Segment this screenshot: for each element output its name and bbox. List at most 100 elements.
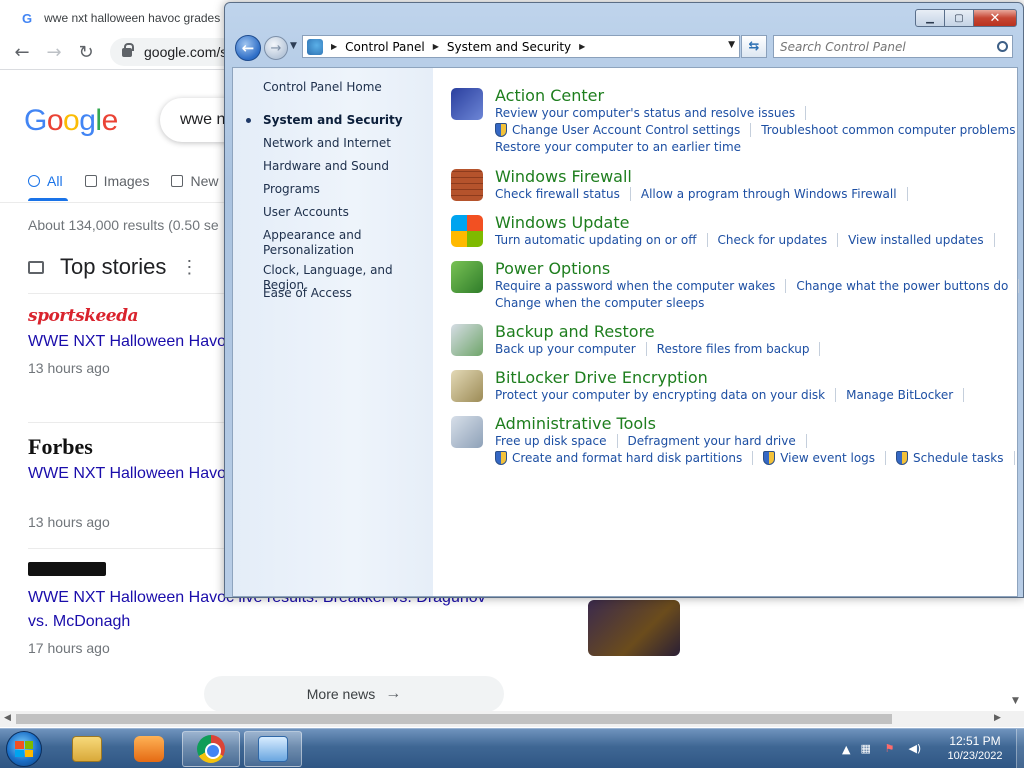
start-button[interactable]: [6, 731, 42, 767]
sidebar-item-hardware-and-sound[interactable]: Hardware and Sound: [263, 159, 431, 174]
sidebar-item-ease-of-access[interactable]: Ease of Access: [263, 286, 431, 301]
network-icon[interactable]: ▦: [860, 742, 874, 756]
browser-tab[interactable]: G wwe nxt halloween havoc grades: [8, 2, 228, 34]
sidebar-item-network-and-internet[interactable]: Network and Internet: [263, 136, 431, 151]
reload-icon[interactable]: ↻: [73, 40, 99, 64]
story-thumbnail[interactable]: [588, 600, 680, 656]
chevron-right-icon[interactable]: ▶: [433, 42, 439, 51]
link-separator: [805, 106, 807, 120]
sidebar-item-programs[interactable]: Programs: [263, 182, 431, 197]
back-arrow-icon[interactable]: ←: [9, 40, 35, 64]
flag-icon[interactable]: [451, 88, 483, 120]
task-link[interactable]: Change what the power buttons do: [796, 279, 1008, 293]
taskbar-windows-explorer[interactable]: [58, 731, 116, 767]
refresh-button[interactable]: ⇆: [741, 35, 767, 58]
task-link[interactable]: Change when the computer sleeps: [495, 296, 704, 310]
sidebar-item-control-panel-home[interactable]: Control Panel Home: [263, 80, 431, 95]
action-center-flag-icon[interactable]: ⚑: [884, 742, 898, 756]
task-link[interactable]: Check firewall status: [495, 187, 620, 201]
search-control-panel[interactable]: [773, 35, 1013, 58]
close-button[interactable]: ✕: [973, 9, 1017, 27]
uac-shield-icon: [763, 451, 776, 465]
tab-all[interactable]: All: [28, 170, 63, 192]
task-link[interactable]: Restore files from backup: [657, 342, 810, 356]
task-link[interactable]: Troubleshoot common computer problems: [761, 123, 1015, 137]
tab-images[interactable]: Images: [84, 170, 149, 192]
show-desktop-button[interactable]: [1016, 729, 1024, 768]
task-link[interactable]: Free up disk space: [495, 434, 607, 448]
address-text: google.com/s: [144, 44, 228, 60]
address-dropdown-icon[interactable]: ▼: [728, 40, 735, 50]
google-logo[interactable]: Google: [24, 104, 118, 138]
uac-shield-icon: [495, 451, 507, 465]
forbes-logo: Forbes: [28, 434, 93, 459]
task-link[interactable]: Turn automatic updating on or off: [495, 233, 697, 247]
task-link[interactable]: Change User Account Control settings: [512, 123, 740, 137]
chevron-right-icon[interactable]: ▶: [579, 42, 585, 51]
category-title[interactable]: Windows Update: [495, 213, 629, 232]
sidebar-item-appearance-and-personalization[interactable]: Appearance and Personalization: [263, 228, 431, 258]
breadcrumb-system-security[interactable]: System and Security: [447, 40, 571, 54]
search-control-panel-input[interactable]: [774, 39, 992, 54]
task-link[interactable]: Protect your computer by encrypting data…: [495, 388, 825, 402]
minimize-button[interactable]: ▁: [915, 9, 945, 27]
task-link[interactable]: Restore your computer to an earlier time: [495, 140, 741, 154]
more-options-icon[interactable]: ⋮: [180, 257, 198, 278]
tab-news[interactable]: New: [171, 170, 219, 192]
firewall-icon[interactable]: [451, 169, 483, 201]
admin-tools-icon[interactable]: [451, 416, 483, 448]
category-title[interactable]: Action Center: [495, 86, 604, 105]
task-link[interactable]: Back up your computer: [495, 342, 636, 356]
scroll-left-arrow[interactable]: ◀: [4, 713, 11, 723]
task-link[interactable]: Schedule tasks: [913, 451, 1003, 465]
clock[interactable]: 12:51 PM 10/23/2022: [935, 734, 1015, 764]
link-separator: [819, 342, 821, 356]
scrollbar-thumb[interactable]: [16, 714, 892, 724]
link-separator: [906, 187, 908, 201]
task-link-row: Free up disk space Defragment your hard d…: [495, 434, 817, 448]
windows-update-icon[interactable]: [451, 215, 483, 247]
task-link[interactable]: View event logs: [780, 451, 875, 465]
horizontal-scrollbar[interactable]: ◀ ▶: [0, 711, 1024, 727]
category-title[interactable]: BitLocker Drive Encryption: [495, 368, 708, 387]
category-title[interactable]: Windows Firewall: [495, 167, 632, 186]
power-icon[interactable]: [451, 261, 483, 293]
breadcrumb-control-panel[interactable]: Control Panel: [345, 40, 425, 54]
task-link[interactable]: Allow a program through Windows Firewall: [641, 187, 897, 201]
more-news-button[interactable]: More news →: [204, 676, 504, 712]
scroll-down-arrow[interactable]: ▼: [1012, 696, 1019, 706]
recent-pages-dropdown-icon[interactable]: ▼: [290, 41, 297, 51]
forward-arrow-icon[interactable]: →: [41, 40, 67, 64]
category-title[interactable]: Administrative Tools: [495, 414, 656, 433]
scroll-right-arrow[interactable]: ▶: [994, 713, 1001, 723]
result-stats: About 134,000 results (0.50 se: [28, 217, 219, 233]
forward-button[interactable]: →: [264, 36, 288, 60]
category-title[interactable]: Backup and Restore: [495, 322, 655, 341]
task-link[interactable]: Check for updates: [718, 233, 828, 247]
tab-all-label: All: [47, 173, 63, 189]
address-bar[interactable]: ▶ Control Panel ▶ System and Security ▶ …: [302, 35, 740, 58]
back-button[interactable]: ←: [235, 35, 261, 61]
search-icon[interactable]: [992, 41, 1012, 52]
task-link[interactable]: Create and format hard disk partitions: [512, 451, 742, 465]
current-page-bullet: [246, 118, 251, 123]
task-link[interactable]: Review your computer's status and resolv…: [495, 106, 795, 120]
sidebar-item-user-accounts[interactable]: User Accounts: [263, 205, 431, 220]
task-link[interactable]: Defragment your hard drive: [628, 434, 796, 448]
chevron-right-icon[interactable]: ▶: [331, 42, 337, 51]
task-link[interactable]: View installed updates: [848, 233, 984, 247]
bitlocker-icon[interactable]: [451, 370, 483, 402]
taskbar-control-panel[interactable]: [244, 731, 302, 767]
volume-icon[interactable]: ◀): [908, 742, 922, 756]
task-link[interactable]: Require a password when the computer wak…: [495, 279, 775, 293]
taskbar-chrome[interactable]: [182, 731, 240, 767]
task-link-row: Turn automatic updating on or off Check f…: [495, 233, 1005, 247]
task-link-row: Create and format hard disk partitions Vi…: [495, 451, 1024, 465]
category-title[interactable]: Power Options: [495, 259, 610, 278]
backup-icon[interactable]: [451, 324, 483, 356]
maximize-button[interactable]: ▢: [944, 9, 974, 27]
show-hidden-icons-arrow-icon[interactable]: ▲: [842, 743, 850, 756]
taskbar-media-player[interactable]: [120, 731, 178, 767]
task-link[interactable]: Manage BitLocker: [846, 388, 953, 402]
sidebar-item-system-and-security[interactable]: System and Security: [263, 113, 431, 128]
